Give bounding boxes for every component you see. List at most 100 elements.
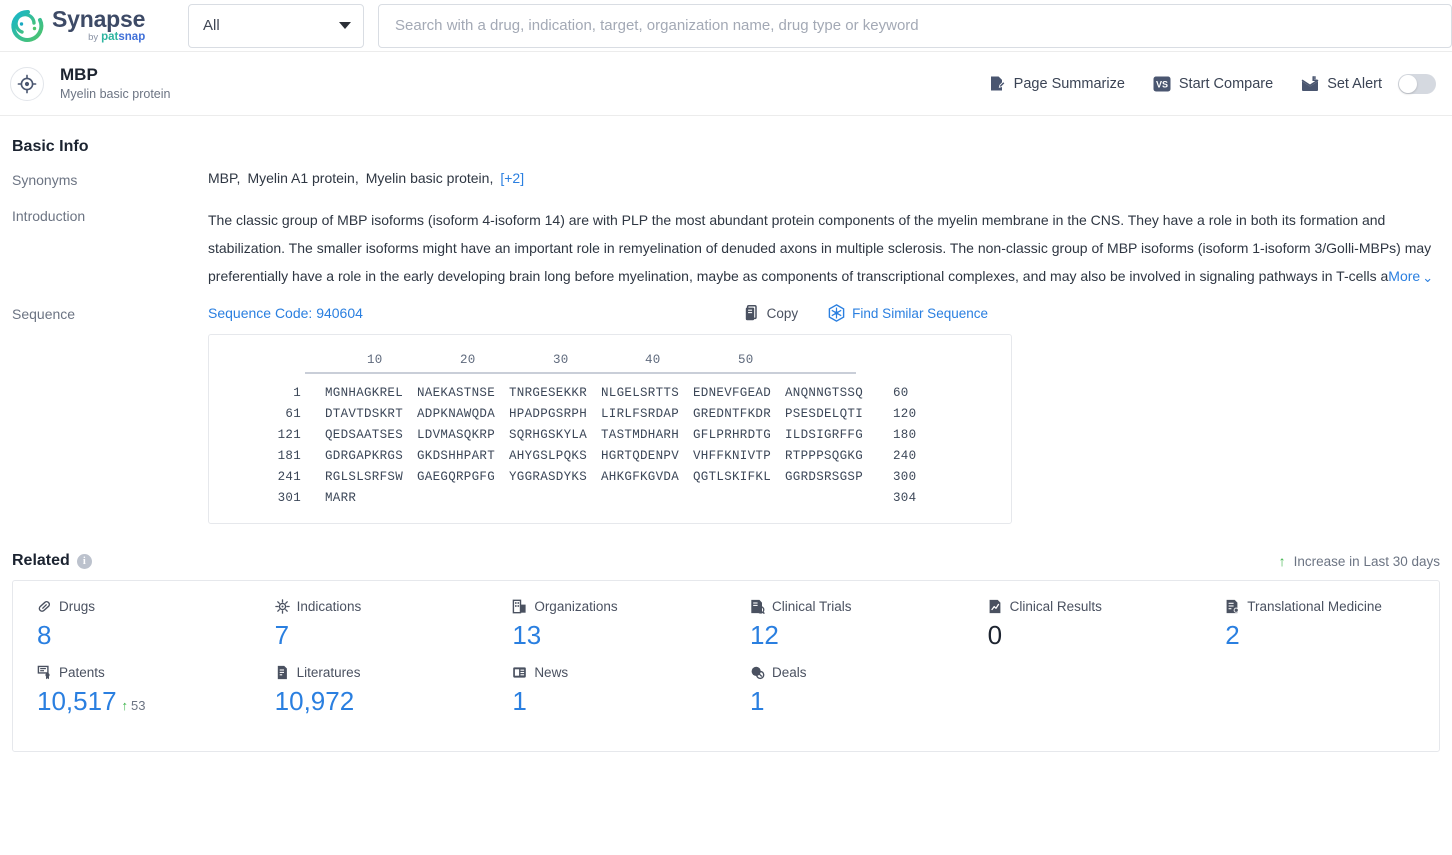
sequence-chunk: VHFFKNIVTP [693,449,772,463]
sequence-chunk: RTPPPSQGKG [785,449,864,463]
entity-actions: Page Summarize VS Start Compare Set Aler… [989,73,1436,94]
related-item-value: 12 [749,620,779,650]
copy-label: Copy [766,305,799,321]
synonyms-row: Synonyms MBP, Myelin A1 protein, Myelin ba… [12,164,1440,198]
sequence-ruler-line [305,372,856,374]
search-input[interactable] [393,16,1437,35]
sequence-chunk: YGGRASDYKS [509,470,588,484]
search-scope-select[interactable]: All [188,3,364,48]
sequence-chunk [601,491,693,505]
related-item-value: 1 [512,686,527,716]
sequence-chunk: QEDSAATSES [325,428,404,442]
sequence-tools: Copy Find Similar Sequence [745,304,1440,322]
synonyms-more-link[interactable]: [+2] [500,170,524,186]
sequence-label: Sequence [12,306,76,322]
sequence-line-end: 304 [893,491,917,505]
related-item-clinical-trials[interactable]: Clinical Trials 12 [726,599,964,651]
related-item-value-wrap: 13 [512,620,726,651]
sequence-line-start: 241 [277,470,301,484]
page-summarize-button[interactable]: Page Summarize [989,75,1125,92]
related-legend: ↑ Increase in Last 30 days [1279,553,1440,569]
sequence-chunk: DTAVTDSKRT [325,407,404,421]
ruler-tick: 40 [645,353,661,367]
indications-icon [274,599,290,614]
related-item-value-wrap: 10,972 [275,686,489,717]
sequence-code-link[interactable]: Sequence Code: 940604 [208,305,363,321]
info-icon[interactable]: i [76,553,92,569]
sequence-chunk: GAEGQRPGFG [417,470,496,484]
sequence-chunk: HPADPGSRPH [509,407,588,421]
target-icon [10,66,44,101]
sequence-chunk: EDNEVFGEAD [693,386,772,400]
related-item-clinical-results[interactable]: Clinical Results 0 [964,599,1202,651]
app-logo[interactable]: Synapse by patsnap [10,7,170,44]
related-item-label: Clinical Trials [771,599,852,614]
start-compare-button[interactable]: VS Start Compare [1153,76,1273,92]
related-item-translational-medicine[interactable]: Translational Medicine 2 [1201,599,1439,651]
related-item-value-wrap: 7 [275,620,489,651]
related-item-organizations[interactable]: Organizations 13 [488,599,726,651]
related-item-label: Drugs [59,599,96,614]
set-alert-toggle[interactable] [1398,73,1436,94]
related-item-patents[interactable]: Patents 10,517 ↑ 53 [13,665,251,717]
related-item-value: 8 [37,620,52,650]
introduction-more-link[interactable]: More ⌄ [1388,268,1433,285]
ruler-tick: 50 [738,353,754,367]
ruler-tick: 10 [367,353,383,367]
sequence-line-start: 1 [293,386,301,400]
copy-sequence-button[interactable]: Copy [745,305,799,321]
related-item-label: Literatures [296,665,361,680]
sequence-line: 61 DTAVTDSKRT ADPKNAWQDA HPADPGSRPH LIRL… [209,407,1011,421]
sequence-chunk: NLGELSRTTS [601,386,680,400]
sequence-chunk: ADPKNAWQDA [417,407,496,421]
related-item-delta-value: 53 [131,698,146,713]
related-item-label: Clinical Results [1009,599,1102,614]
sequence-line-end: 240 [893,449,917,463]
related-item-label: Organizations [534,599,618,614]
related-card: Drugs 8 Indications 7 Organizations 13 C… [12,580,1440,752]
page-subtitle: Myelin basic protein [60,87,171,102]
related-item-indications[interactable]: Indications 7 [251,599,489,651]
sequence-line-start: 61 [285,407,301,421]
sequence-line-start: 181 [277,449,301,463]
sequence-chunk: AHKGFKGVDA [601,470,680,484]
chevron-down-icon [339,22,351,29]
sequence-chunk: TNRGESEKKR [509,386,588,400]
set-alert-button[interactable]: Set Alert [1301,73,1436,94]
ruler-tick: 30 [553,353,569,367]
introduction-label: Introduction [12,208,86,224]
synonyms-values: MBP, Myelin A1 protein, Myelin basic prote… [208,170,1440,186]
related-item-label: News [534,665,569,680]
sequence-line-end: 180 [893,428,917,442]
sequence-line-end: 120 [893,407,917,421]
sequence-row: Sequence Sequence Code: 940604 Copy Find… [12,296,1440,524]
set-alert-label: Set Alert [1327,75,1382,92]
sequence-chunk: GDRGAPKRGS [325,449,404,463]
related-item-deals[interactable]: Deals 1 [726,665,964,717]
page-summarize-label: Page Summarize [1013,75,1125,92]
sequence-body: Sequence Code: 940604 Copy Find Similar … [208,304,1440,524]
related-item-value-wrap: 0 [988,620,1202,651]
find-similar-sequence-button[interactable]: Find Similar Sequence [828,304,988,322]
find-similar-label: Find Similar Sequence [852,305,988,321]
related-item-value: 13 [512,620,542,650]
related-legend-label: Increase in Last 30 days [1293,553,1440,569]
sequence-line: 241 RGLSLSRFSW GAEGQRPGFG YGGRASDYKS AHK… [209,470,1011,484]
sequence-ruler-ticks: 10 20 30 40 50 [305,353,865,370]
sequence-line-start: 301 [277,491,301,505]
sequence-chunk: LIRLFSRDAP [601,407,680,421]
sequence-viewer: 10 20 30 40 50 1 MGNHAGKREL NAEKASTNSE T… [208,334,1012,524]
start-compare-label: Start Compare [1178,75,1274,92]
literatures-icon [275,665,290,680]
related-item-literatures[interactable]: Literatures 10,972 [251,665,489,717]
sequence-chunk: SQRHGSKYLA [509,428,588,442]
related-item-value: 10,517 [37,686,117,716]
related-item-value: 10,972 [274,686,355,716]
related-item-news[interactable]: News 1 [488,665,726,717]
related-item-value-wrap: 12 [750,620,964,651]
summarize-icon [989,75,1006,92]
related-item-drugs[interactable]: Drugs 8 [13,599,251,651]
search-input-wrapper[interactable] [378,3,1452,48]
sequence-line: 1 MGNHAGKREL NAEKASTNSE TNRGESEKKR NLGEL… [209,386,1011,400]
related-item-label: Patents [59,665,105,680]
